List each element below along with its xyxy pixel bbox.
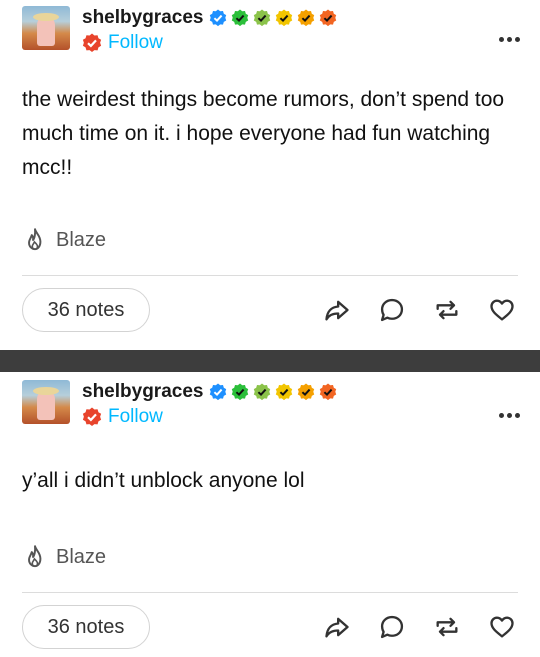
post-card: shelbygraces Follow the weirdest things … bbox=[0, 0, 540, 350]
post-body: y’all i didn’t unblock anyone lol bbox=[22, 469, 305, 492]
checkmark-badge-icon bbox=[231, 383, 249, 401]
follow-badge-icon bbox=[82, 33, 102, 53]
checkmark-badge-icon bbox=[275, 9, 293, 27]
post-card: shelbygraces Follow y’all i didn’t unblo… bbox=[0, 372, 540, 657]
checkmark-badge-icon bbox=[209, 9, 227, 27]
avatar[interactable] bbox=[22, 380, 70, 424]
blaze-button[interactable]: Blaze bbox=[22, 227, 106, 253]
flame-icon bbox=[28, 545, 42, 568]
checkmark-badge-icon bbox=[319, 9, 337, 27]
more-dots-icon[interactable] bbox=[496, 22, 520, 48]
heart-icon[interactable] bbox=[488, 613, 516, 641]
flame-icon bbox=[28, 228, 42, 251]
more-dots-icon[interactable] bbox=[496, 398, 520, 424]
username-link[interactable]: shelbygraces bbox=[82, 7, 203, 29]
post-actions bbox=[296, 296, 516, 324]
follow-button[interactable]: Follow bbox=[108, 32, 163, 54]
share-icon[interactable] bbox=[323, 613, 351, 641]
post-actions bbox=[296, 613, 516, 641]
divider bbox=[22, 592, 518, 593]
follow-button[interactable]: Follow bbox=[108, 406, 163, 428]
avatar[interactable] bbox=[22, 6, 70, 50]
checkmark-badge-icon bbox=[297, 9, 315, 27]
blaze-label: Blaze bbox=[56, 228, 107, 251]
post-separator bbox=[0, 350, 540, 372]
username-link[interactable]: shelbygraces bbox=[82, 381, 203, 403]
share-icon[interactable] bbox=[323, 296, 351, 324]
post-header: shelbygraces Follow bbox=[22, 380, 341, 428]
divider bbox=[22, 275, 518, 276]
checkmark-badge-icon bbox=[297, 383, 315, 401]
checkmark-badge-icon bbox=[253, 383, 271, 401]
follow-badge-icon bbox=[82, 407, 102, 427]
blaze-button[interactable]: Blaze bbox=[22, 544, 106, 570]
checkmark-badge-icon bbox=[253, 9, 271, 27]
notes-button[interactable]: 36 notes bbox=[22, 288, 150, 332]
heart-icon[interactable] bbox=[488, 296, 516, 324]
reply-icon[interactable] bbox=[378, 613, 406, 641]
notes-button[interactable]: 36 notes bbox=[22, 605, 150, 649]
checkmark-badge-icon bbox=[209, 383, 227, 401]
reblog-icon[interactable] bbox=[433, 613, 461, 641]
post-header: shelbygraces Follow bbox=[22, 6, 341, 54]
reply-icon[interactable] bbox=[378, 296, 406, 324]
blaze-label: Blaze bbox=[56, 545, 107, 568]
checkmark-badge-icon bbox=[319, 383, 337, 401]
checkmark-badge-icon bbox=[275, 383, 293, 401]
checkmark-badge-icon bbox=[231, 9, 249, 27]
post-body: the weirdest things become rumors, don’t… bbox=[22, 88, 505, 179]
reblog-icon[interactable] bbox=[433, 296, 461, 324]
